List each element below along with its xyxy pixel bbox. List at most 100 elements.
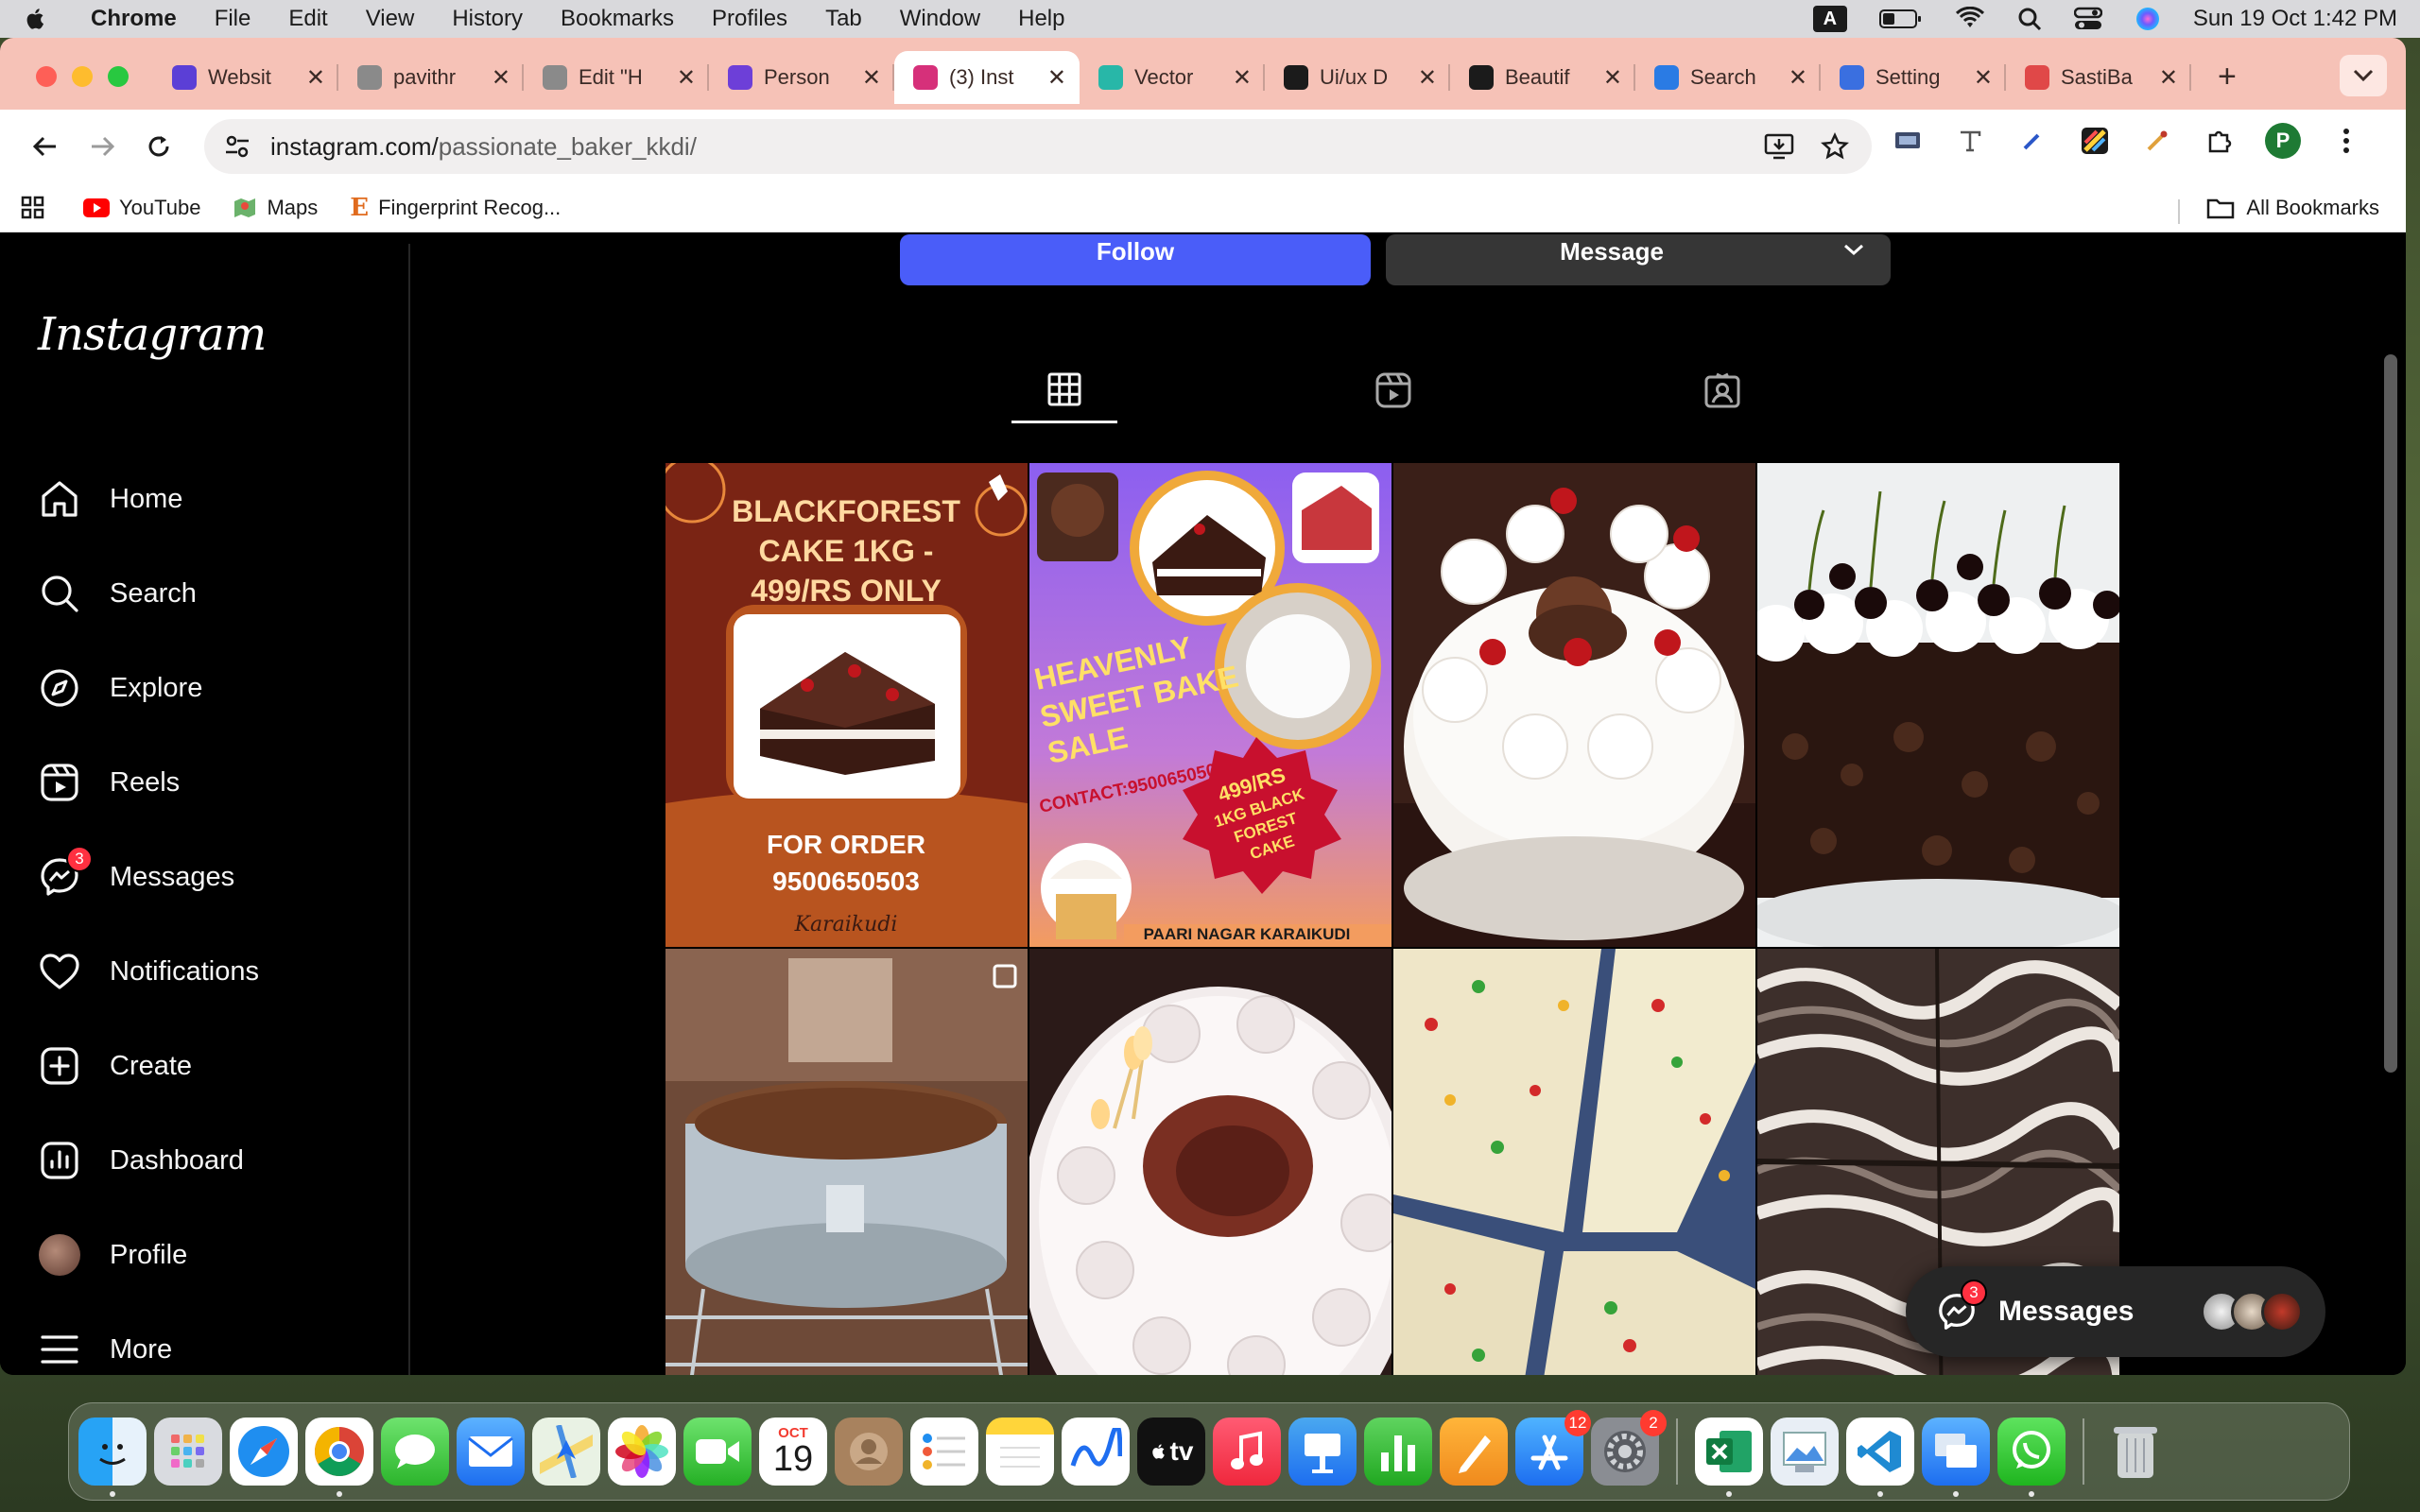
back-button[interactable]	[19, 120, 72, 173]
post-birthday-cake-photo[interactable]	[1029, 949, 1392, 1375]
browser-tab[interactable]: Websit ✕	[153, 51, 338, 104]
tab-close-icon[interactable]: ✕	[1789, 64, 1807, 92]
suggested-accounts-button[interactable]	[1817, 234, 1891, 285]
post-white-cake-photo[interactable]	[1393, 463, 1755, 947]
preview-icon[interactable]	[1771, 1418, 1839, 1486]
nav-messages[interactable]: 3 Messages	[38, 846, 234, 905]
browser-tab[interactable]: Edit "H ✕	[524, 51, 709, 104]
nav-profile[interactable]: Profile	[38, 1227, 187, 1283]
bookmark-youtube[interactable]: YouTube	[83, 196, 200, 220]
messages-app-icon[interactable]	[381, 1418, 449, 1486]
mail-icon[interactable]	[457, 1418, 525, 1486]
forward-button[interactable]	[76, 120, 129, 173]
browser-tab[interactable]: Vector ✕	[1080, 51, 1265, 104]
tab-close-icon[interactable]: ✕	[1603, 64, 1622, 92]
post-oven-baking-photo[interactable]	[666, 949, 1028, 1375]
music-icon[interactable]	[1213, 1418, 1281, 1486]
tab-close-icon[interactable]: ✕	[492, 64, 510, 92]
extension-eyedropper-icon[interactable]	[2140, 124, 2174, 158]
tab-close-icon[interactable]: ✕	[677, 64, 696, 92]
nav-explore[interactable]: Explore	[38, 660, 202, 716]
browser-tab[interactable]: Person ✕	[709, 51, 894, 104]
photos-icon[interactable]	[608, 1418, 676, 1486]
whatsapp-icon[interactable]	[1997, 1418, 2066, 1497]
install-app-icon[interactable]	[1764, 132, 1794, 161]
extension-color-picker-icon[interactable]	[2078, 124, 2112, 158]
browser-tab[interactable]: pavithr ✕	[338, 51, 524, 104]
tab-close-icon[interactable]: ✕	[2159, 64, 2178, 92]
input-source-indicator[interactable]: A	[1812, 6, 1847, 32]
close-window-button[interactable]	[36, 66, 57, 87]
tab-reels[interactable]	[1340, 357, 1446, 423]
tab-search-button[interactable]	[2340, 55, 2387, 96]
tab-close-icon[interactable]: ✕	[1233, 64, 1252, 92]
extension-screen-icon[interactable]	[1891, 124, 1925, 158]
browser-tab[interactable]: Search ✕	[1635, 51, 1821, 104]
all-bookmarks-button[interactable]: All Bookmarks	[2178, 196, 2379, 224]
apple-logo-icon[interactable]	[23, 6, 49, 32]
tab-posts[interactable]	[1011, 357, 1117, 423]
extension-pen-icon[interactable]	[2015, 124, 2049, 158]
safari-icon[interactable]	[230, 1418, 298, 1486]
post-cherry-cake-photo[interactable]	[1757, 463, 2119, 947]
extensions-puzzle-icon[interactable]	[2203, 124, 2237, 158]
chrome-profile-avatar[interactable]: P	[2265, 123, 2301, 159]
menu-app-name[interactable]: Chrome	[91, 6, 177, 32]
nav-notifications[interactable]: Notifications	[38, 943, 259, 1000]
migration-assistant-icon[interactable]	[1922, 1418, 1990, 1497]
vscode-icon[interactable]	[1846, 1418, 1914, 1497]
launchpad-icon[interactable]	[154, 1418, 222, 1486]
keynote-icon[interactable]	[1288, 1418, 1357, 1486]
menu-view[interactable]: View	[366, 6, 415, 32]
bookmark-fingerprint[interactable]: E Fingerprint Recog...	[350, 194, 561, 222]
menu-clock[interactable]: Sun 19 Oct 1:42 PM	[2193, 6, 2397, 32]
post-bake-sale[interactable]: HEAVENLY SWEET BAKE SALE CONTACT:9500650…	[1029, 463, 1392, 947]
address-bar[interactable]: instagram.com/passionate_baker_kkdi/	[204, 119, 1872, 174]
excel-icon[interactable]	[1695, 1418, 1763, 1497]
finder-icon[interactable]	[78, 1418, 147, 1497]
follow-button[interactable]: Follow	[900, 234, 1371, 285]
menu-bookmarks[interactable]: Bookmarks	[561, 6, 674, 32]
nav-home[interactable]: Home	[38, 471, 182, 527]
extension-text-icon[interactable]	[1953, 124, 1987, 158]
menu-edit[interactable]: Edit	[288, 6, 327, 32]
bookmark-maps[interactable]: Maps	[233, 196, 318, 220]
menu-tab[interactable]: Tab	[825, 6, 862, 32]
wifi-icon[interactable]	[1955, 7, 1985, 31]
tab-close-icon[interactable]: ✕	[1974, 64, 1993, 92]
notes-icon[interactable]	[986, 1418, 1054, 1486]
nav-reels[interactable]: Reels	[38, 754, 180, 811]
contacts-icon[interactable]	[835, 1418, 903, 1486]
trash-icon[interactable]	[2101, 1418, 2169, 1486]
nav-create[interactable]: Create	[38, 1038, 192, 1094]
apple-tv-icon[interactable]: tv	[1137, 1418, 1205, 1486]
nav-dashboard[interactable]: Dashboard	[38, 1132, 244, 1189]
browser-tab[interactable]: Beautif ✕	[1450, 51, 1635, 104]
app-store-icon[interactable]: 12	[1515, 1410, 1591, 1486]
browser-tab[interactable]: (3) Inst ✕	[894, 51, 1080, 104]
menu-file[interactable]: File	[215, 6, 251, 32]
reload-button[interactable]	[132, 120, 185, 173]
tab-close-icon[interactable]: ✕	[306, 64, 325, 92]
tab-close-icon[interactable]: ✕	[1047, 64, 1066, 92]
maps-app-icon[interactable]	[532, 1418, 600, 1486]
control-center-icon[interactable]	[2073, 7, 2102, 31]
battery-icon[interactable]	[1878, 8, 1923, 30]
spotlight-search-icon[interactable]	[2017, 7, 2042, 31]
messages-floating-button[interactable]: 3 Messages	[1906, 1266, 2325, 1357]
tab-close-icon[interactable]: ✕	[862, 64, 881, 92]
freeform-icon[interactable]	[1062, 1418, 1130, 1486]
tab-close-icon[interactable]: ✕	[1418, 64, 1437, 92]
minimize-window-button[interactable]	[72, 66, 93, 87]
reminders-icon[interactable]	[910, 1418, 978, 1486]
chrome-icon[interactable]	[305, 1418, 373, 1497]
nav-search[interactable]: Search	[38, 565, 197, 622]
site-info-icon[interactable]	[223, 132, 251, 161]
bookmark-star-icon[interactable]	[1821, 132, 1849, 161]
menu-help[interactable]: Help	[1018, 6, 1064, 32]
message-button[interactable]: Message	[1386, 234, 1838, 285]
chrome-menu-kebab-icon[interactable]	[2329, 124, 2363, 158]
tab-tagged[interactable]	[1669, 357, 1775, 423]
maximize-window-button[interactable]	[108, 66, 129, 87]
page-scrollbar[interactable]	[2384, 354, 2397, 1073]
